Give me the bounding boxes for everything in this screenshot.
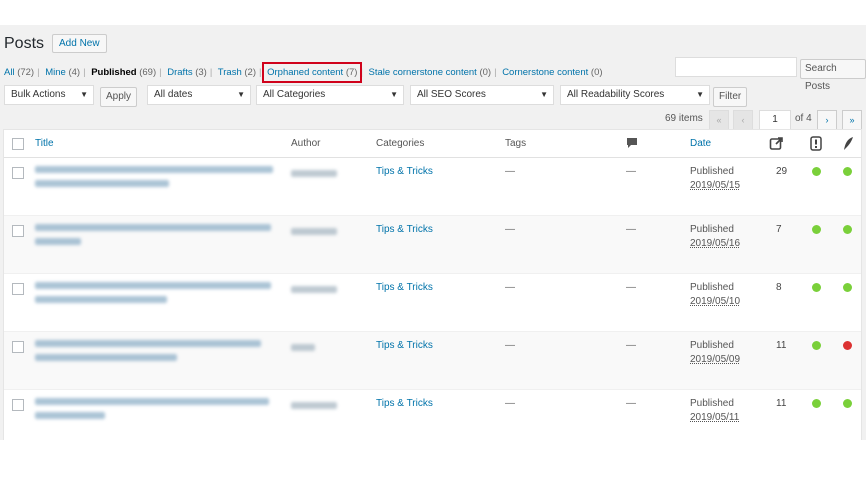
seo-score-icon — [810, 136, 822, 154]
post-status: Published 2019/05/09 — [690, 340, 741, 365]
select-all-checkbox[interactable] — [12, 138, 24, 150]
column-title[interactable]: Title — [35, 138, 54, 149]
row-checkbox[interactable] — [12, 399, 24, 411]
seo-scores-select[interactable]: All SEO Scores ▼ — [410, 85, 554, 105]
links-count: 29 — [776, 166, 788, 177]
comments-value: — — [626, 224, 636, 235]
post-status: Published 2019/05/15 — [690, 166, 741, 191]
bulk-actions-select[interactable]: Bulk Actions ▼ — [4, 85, 94, 105]
comments-value: — — [626, 282, 636, 293]
readability-score-dot — [843, 225, 852, 234]
table-row: Tips & Tricks — — Published 2019/05/16 7 — [4, 216, 861, 274]
seo-score-dot — [812, 283, 821, 292]
view-stale-cornerstone[interactable]: Stale cornerstone content (0) — [369, 67, 492, 78]
dates-select[interactable]: All dates ▼ — [147, 85, 251, 105]
view-mine[interactable]: Mine (4) — [45, 67, 80, 78]
readability-score-dot — [843, 283, 852, 292]
post-title-redacted[interactable] — [35, 282, 275, 310]
links-count: 11 — [776, 340, 787, 351]
comments-value: — — [626, 340, 636, 351]
categories-select[interactable]: All Categories ▼ — [256, 85, 404, 105]
category-link[interactable]: Tips & Tricks — [376, 340, 433, 351]
filter-button[interactable]: Filter — [713, 87, 748, 107]
author-redacted[interactable] — [291, 344, 315, 351]
category-link[interactable]: Tips & Tricks — [376, 282, 433, 293]
comments-value: — — [626, 398, 636, 409]
post-title-redacted[interactable] — [35, 398, 275, 426]
author-redacted[interactable] — [291, 170, 337, 177]
author-redacted[interactable] — [291, 286, 337, 293]
view-all[interactable]: All (72) — [4, 67, 34, 78]
links-count: 11 — [776, 398, 787, 409]
page-title: Posts — [4, 34, 45, 52]
table-row: Tips & Tricks — — Published 2019/05/11 11 — [4, 390, 861, 440]
post-title-redacted[interactable] — [35, 340, 275, 368]
last-page-button[interactable]: » — [842, 110, 862, 130]
readability-scores-select[interactable]: All Readability Scores ▼ — [560, 85, 710, 105]
search-posts-button[interactable]: Search Posts — [800, 59, 866, 92]
category-link[interactable]: Tips & Tricks — [376, 398, 433, 409]
first-page-button[interactable]: « — [709, 110, 729, 130]
prev-page-button[interactable]: ‹ — [733, 110, 753, 130]
tags-value: — — [505, 282, 515, 293]
column-tags: Tags — [505, 138, 527, 149]
readability-icon — [842, 136, 854, 154]
readability-score-dot — [843, 399, 852, 408]
current-page-input[interactable]: 1 — [759, 110, 791, 130]
add-new-button[interactable]: Add New — [52, 34, 107, 53]
tags-value: — — [505, 340, 515, 351]
column-author: Author — [291, 138, 321, 149]
category-link[interactable]: Tips & Tricks — [376, 224, 433, 235]
tags-value: — — [505, 166, 515, 177]
view-drafts[interactable]: Drafts (3) — [167, 67, 207, 78]
post-status: Published 2019/05/16 — [690, 224, 741, 249]
row-checkbox[interactable] — [12, 341, 24, 353]
author-redacted[interactable] — [291, 228, 337, 235]
seo-score-dot — [812, 167, 821, 176]
column-categories: Categories — [376, 138, 425, 149]
category-link[interactable]: Tips & Tricks — [376, 166, 433, 177]
comments-value: — — [626, 166, 636, 177]
table-row: Tips & Tricks — — Published 2019/05/10 8 — [4, 274, 861, 332]
row-checkbox[interactable] — [12, 283, 24, 295]
links-count: 7 — [776, 224, 782, 235]
table-row: Tips & Tricks — — Published 2019/05/15 29 — [4, 158, 861, 216]
apply-button[interactable]: Apply — [100, 87, 138, 107]
next-page-button[interactable]: › — [817, 110, 837, 130]
post-title-redacted[interactable] — [35, 224, 275, 252]
view-cornerstone[interactable]: Cornerstone content (0) — [502, 67, 602, 78]
links-count: 8 — [776, 282, 782, 293]
table-header: Title Author Categories Tags Date — [4, 130, 861, 158]
table-nav-top: Bulk Actions ▼ Apply All dates ▼ All Categ… — [4, 85, 862, 107]
row-checkbox[interactable] — [12, 225, 24, 237]
table-row: Tips & Tricks — — Published 2019/05/09 11 — [4, 332, 861, 390]
post-title-redacted[interactable] — [35, 166, 275, 194]
outgoing-links-icon — [769, 136, 784, 154]
row-checkbox[interactable] — [12, 167, 24, 179]
post-status: Published 2019/05/11 — [690, 398, 740, 423]
tags-value: — — [505, 224, 515, 235]
comment-bubble-icon — [626, 137, 638, 152]
seo-score-dot — [812, 399, 821, 408]
view-trash[interactable]: Trash (2) — [218, 67, 256, 78]
view-orphaned-content[interactable]: Orphaned content (7) — [262, 62, 363, 83]
posts-table: Title Author Categories Tags Date Tips &… — [3, 129, 862, 440]
items-count: 69 items — [665, 113, 703, 124]
readability-score-dot — [843, 341, 852, 350]
total-pages: of 4 — [795, 113, 812, 124]
post-status: Published 2019/05/10 — [690, 282, 741, 307]
title-row: Posts Add New — [4, 34, 107, 53]
readability-score-dot — [843, 167, 852, 176]
seo-score-dot — [812, 341, 821, 350]
post-status-filters: All (72) | Mine (4) | Published (69) | Draf… — [4, 62, 603, 83]
tags-value: — — [505, 398, 515, 409]
search-input[interactable] — [675, 57, 797, 77]
author-redacted[interactable] — [291, 402, 337, 409]
seo-score-dot — [812, 225, 821, 234]
wp-posts-screen: Posts Add New Search Posts All (72) | Min… — [0, 25, 866, 440]
column-date[interactable]: Date — [690, 138, 711, 149]
view-published[interactable]: Published (69) — [91, 67, 156, 78]
